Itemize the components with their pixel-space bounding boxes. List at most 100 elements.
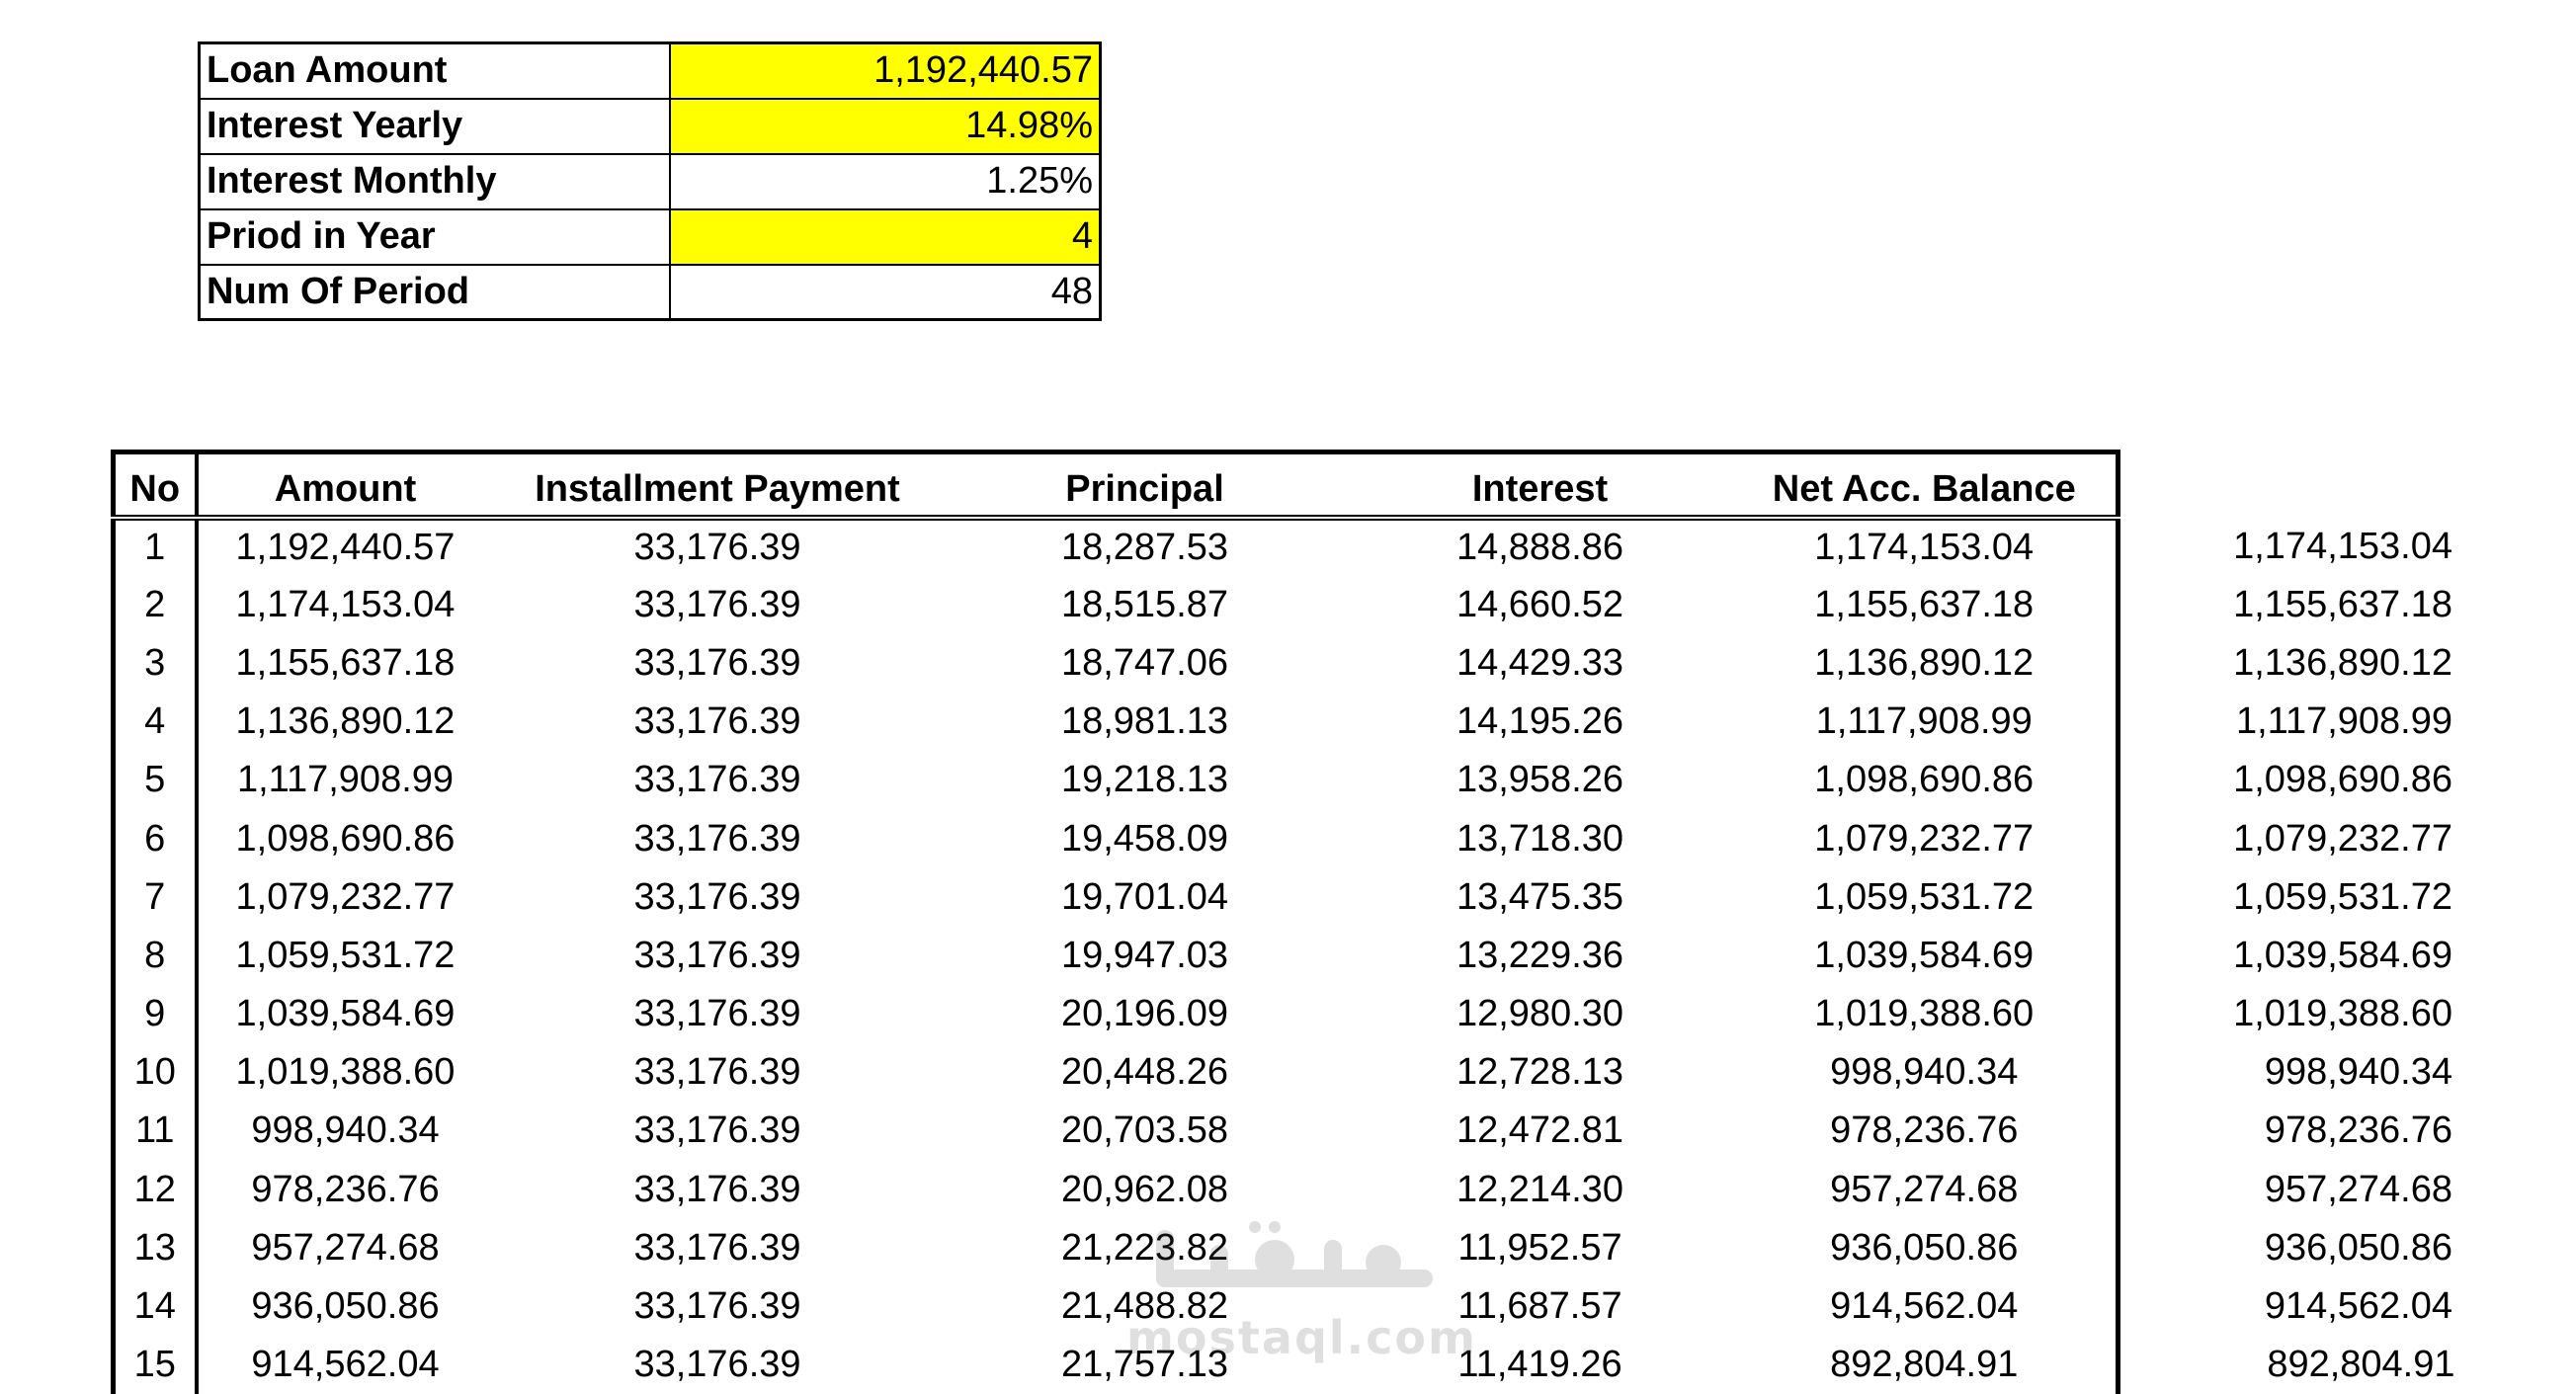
net-balance-cell[interactable]: 1,155,637.18 [1733, 576, 2119, 634]
summary-value-cell[interactable]: 1.25% [670, 154, 1101, 209]
interest-cell[interactable]: 13,718.30 [1348, 809, 1733, 867]
no-cell[interactable]: 12 [114, 1161, 197, 1219]
extra-balance-cell[interactable]: 936,050.86 [2119, 1219, 2469, 1277]
no-cell[interactable]: 3 [114, 634, 197, 693]
net-balance-cell[interactable]: 1,117,908.99 [1733, 693, 2119, 751]
header-interest[interactable]: Interest [1348, 452, 1733, 518]
principal-cell[interactable]: 19,701.04 [943, 868, 1348, 927]
interest-cell[interactable]: 14,888.86 [1348, 518, 1733, 576]
amount-cell[interactable]: 1,117,908.99 [197, 751, 493, 809]
principal-cell[interactable]: 21,223.82 [943, 1219, 1348, 1277]
extra-balance-cell[interactable]: 978,236.76 [2119, 1102, 2469, 1160]
net-balance-cell[interactable]: 892,804.91 [1733, 1336, 2119, 1394]
summary-value-cell[interactable]: 14.98% [670, 99, 1101, 154]
net-balance-cell[interactable]: 998,940.34 [1733, 1043, 2119, 1102]
net-balance-cell[interactable]: 1,079,232.77 [1733, 809, 2119, 867]
extra-balance-cell[interactable]: 914,562.04 [2119, 1277, 2469, 1336]
extra-balance-cell[interactable]: 1,174,153.04 [2119, 518, 2469, 576]
no-cell[interactable]: 7 [114, 868, 197, 927]
installment-cell[interactable]: 33,176.39 [493, 927, 943, 985]
extra-balance-cell[interactable]: 1,019,388.60 [2119, 985, 2469, 1043]
amount-cell[interactable]: 1,174,153.04 [197, 576, 493, 634]
summary-value-cell[interactable]: 48 [670, 265, 1101, 320]
installment-cell[interactable]: 33,176.39 [493, 518, 943, 576]
installment-cell[interactable]: 33,176.39 [493, 751, 943, 809]
principal-cell[interactable]: 18,287.53 [943, 518, 1348, 576]
extra-balance-cell[interactable]: 1,136,890.12 [2119, 634, 2469, 693]
principal-cell[interactable]: 18,981.13 [943, 693, 1348, 751]
header-principal[interactable]: Principal [943, 452, 1348, 518]
no-cell[interactable]: 6 [114, 809, 197, 867]
interest-cell[interactable]: 14,429.33 [1348, 634, 1733, 693]
amount-cell[interactable]: 1,059,531.72 [197, 927, 493, 985]
summary-label-cell[interactable]: Priod in Year [200, 209, 670, 265]
amount-cell[interactable]: 936,050.86 [197, 1277, 493, 1336]
extra-balance-cell[interactable]: 957,274.68 [2119, 1161, 2469, 1219]
interest-cell[interactable]: 12,980.30 [1348, 985, 1733, 1043]
summary-label-cell[interactable]: Loan Amount [200, 43, 670, 99]
no-cell[interactable]: 13 [114, 1219, 197, 1277]
interest-cell[interactable]: 12,214.30 [1348, 1161, 1733, 1219]
interest-cell[interactable]: 12,472.81 [1348, 1102, 1733, 1160]
principal-cell[interactable]: 18,515.87 [943, 576, 1348, 634]
extra-balance-cell[interactable]: 1,039,584.69 [2119, 927, 2469, 985]
installment-cell[interactable]: 33,176.39 [493, 1336, 943, 1394]
interest-cell[interactable]: 14,660.52 [1348, 576, 1733, 634]
amount-cell[interactable]: 1,192,440.57 [197, 518, 493, 576]
principal-cell[interactable]: 20,962.08 [943, 1161, 1348, 1219]
principal-cell[interactable]: 20,448.26 [943, 1043, 1348, 1102]
installment-cell[interactable]: 33,176.39 [493, 1043, 943, 1102]
amount-cell[interactable]: 1,019,388.60 [197, 1043, 493, 1102]
header-net-acc-balance[interactable]: Net Acc. Balance [1733, 452, 2119, 518]
interest-cell[interactable]: 14,195.26 [1348, 693, 1733, 751]
installment-cell[interactable]: 33,176.39 [493, 1219, 943, 1277]
net-balance-cell[interactable]: 1,019,388.60 [1733, 985, 2119, 1043]
amount-cell[interactable]: 957,274.68 [197, 1219, 493, 1277]
installment-cell[interactable]: 33,176.39 [493, 1102, 943, 1160]
interest-cell[interactable]: 11,687.57 [1348, 1277, 1733, 1336]
amount-cell[interactable]: 914,562.04 [197, 1336, 493, 1394]
summary-label-cell[interactable]: Interest Yearly [200, 99, 670, 154]
no-cell[interactable]: 5 [114, 751, 197, 809]
net-balance-cell[interactable]: 1,039,584.69 [1733, 927, 2119, 985]
summary-label-cell[interactable]: Interest Monthly [200, 154, 670, 209]
net-balance-cell[interactable]: 1,136,890.12 [1733, 634, 2119, 693]
interest-cell[interactable]: 13,229.36 [1348, 927, 1733, 985]
no-cell[interactable]: 1 [114, 518, 197, 576]
principal-cell[interactable]: 21,757.13 [943, 1336, 1348, 1394]
header-installment-payment[interactable]: Installment Payment [493, 452, 943, 518]
installment-cell[interactable]: 33,176.39 [493, 693, 943, 751]
amount-cell[interactable]: 978,236.76 [197, 1161, 493, 1219]
amount-cell[interactable]: 1,098,690.86 [197, 809, 493, 867]
interest-cell[interactable]: 13,475.35 [1348, 868, 1733, 927]
no-cell[interactable]: 14 [114, 1277, 197, 1336]
header-amount[interactable]: Amount [197, 452, 493, 518]
net-balance-cell[interactable]: 914,562.04 [1733, 1277, 2119, 1336]
no-cell[interactable]: 4 [114, 693, 197, 751]
extra-balance-cell[interactable]: 998,940.34 [2119, 1043, 2469, 1102]
principal-cell[interactable]: 19,218.13 [943, 751, 1348, 809]
installment-cell[interactable]: 33,176.39 [493, 985, 943, 1043]
header-no[interactable]: No [114, 452, 197, 518]
net-balance-cell[interactable]: 1,098,690.86 [1733, 751, 2119, 809]
amount-cell[interactable]: 1,039,584.69 [197, 985, 493, 1043]
amount-cell[interactable]: 1,079,232.77 [197, 868, 493, 927]
amount-cell[interactable]: 1,155,637.18 [197, 634, 493, 693]
no-cell[interactable]: 10 [114, 1043, 197, 1102]
extra-balance-cell[interactable]: 1,155,637.18 [2119, 576, 2469, 634]
installment-cell[interactable]: 33,176.39 [493, 868, 943, 927]
principal-cell[interactable]: 19,947.03 [943, 927, 1348, 985]
summary-value-cell[interactable]: 1,192,440.57 [670, 43, 1101, 99]
principal-cell[interactable]: 18,747.06 [943, 634, 1348, 693]
net-balance-cell[interactable]: 1,059,531.72 [1733, 868, 2119, 927]
installment-cell[interactable]: 33,176.39 [493, 576, 943, 634]
extra-balance-cell[interactable]: 1,079,232.77 [2119, 809, 2469, 867]
installment-cell[interactable]: 33,176.39 [493, 1161, 943, 1219]
no-cell[interactable]: 15 [114, 1336, 197, 1394]
installment-cell[interactable]: 33,176.39 [493, 634, 943, 693]
installment-cell[interactable]: 33,176.39 [493, 1277, 943, 1336]
net-balance-cell[interactable]: 978,236.76 [1733, 1102, 2119, 1160]
extra-balance-cell[interactable]: 1,098,690.86 [2119, 751, 2469, 809]
net-balance-cell[interactable]: 1,174,153.04 [1733, 518, 2119, 576]
interest-cell[interactable]: 13,958.26 [1348, 751, 1733, 809]
